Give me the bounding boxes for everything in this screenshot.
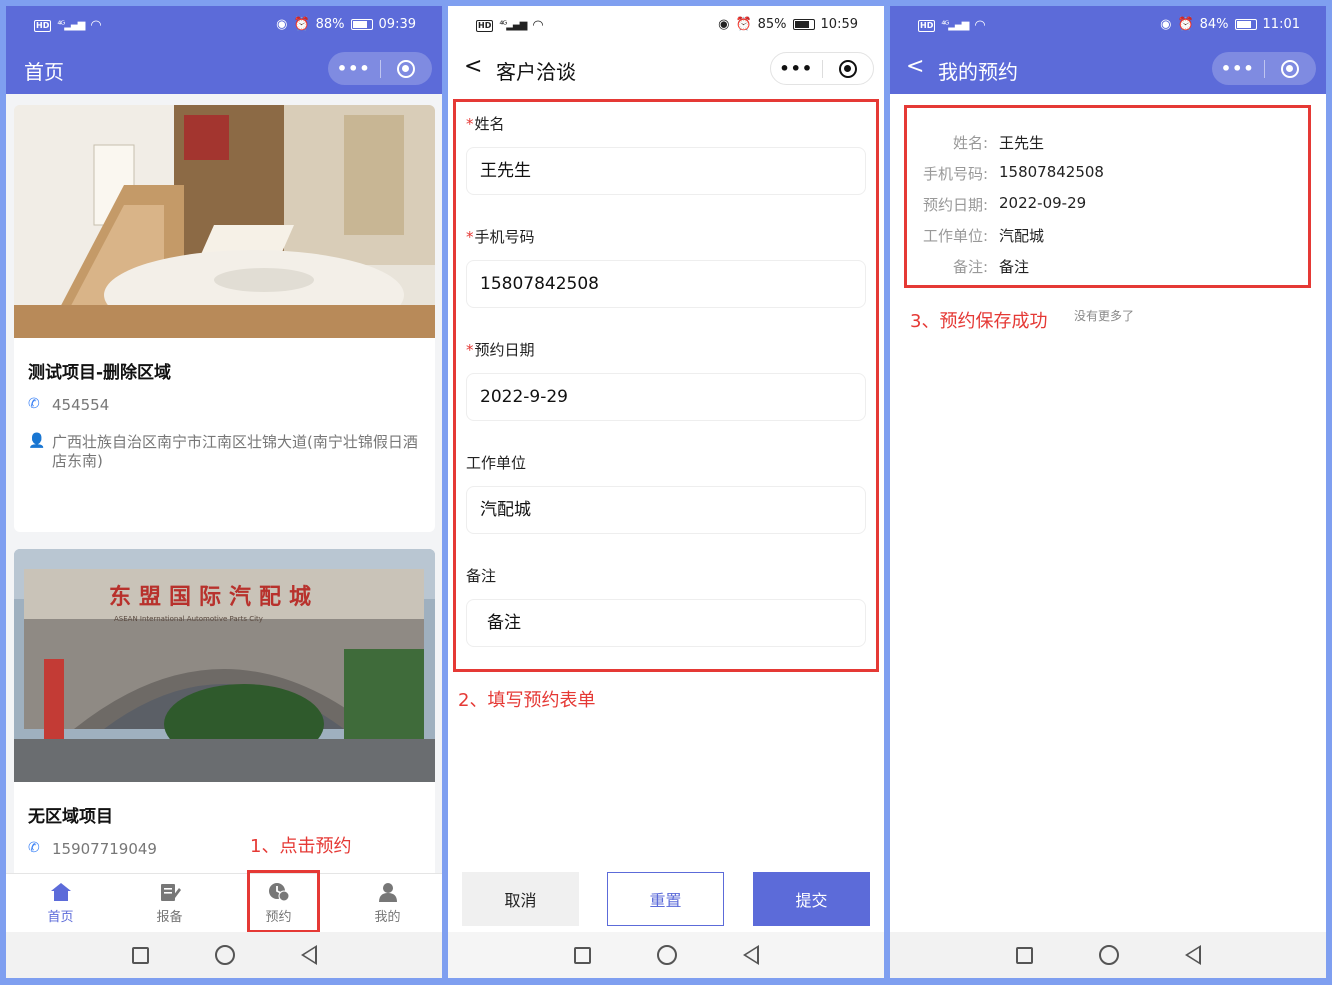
- nav-bar: < 客户洽谈 •••: [448, 44, 884, 94]
- hd-icon: HD: [34, 19, 52, 32]
- tab-mine-label: 我的: [374, 910, 401, 925]
- annotation-step-3: 3、预约保存成功: [910, 311, 1048, 332]
- nav-bar: 首页 •••: [6, 44, 442, 94]
- phone-screen-my-appointments: HD ⁴ᴳ▂▄▆ ◠ ◉ ⏰ 84% 11:01 < 我的预约 ••• 姓名: 王先生 手…: [890, 6, 1326, 978]
- user-icon: [377, 882, 399, 902]
- clock: 10:59: [820, 17, 858, 32]
- no-more-text: 没有更多了: [1074, 309, 1135, 323]
- more-options-icon[interactable]: •••: [328, 52, 380, 85]
- tab-bar: 首页 报备 预约 我的: [6, 873, 442, 933]
- close-miniprogram-icon[interactable]: [380, 59, 432, 78]
- battery-percent: 88%: [315, 17, 345, 32]
- tab-report[interactable]: 报备: [115, 874, 224, 933]
- miniprogram-capsule: •••: [1212, 52, 1316, 85]
- phone-icon: ✆: [28, 396, 40, 412]
- recent-apps-icon[interactable]: [573, 946, 591, 964]
- battery-icon: [792, 19, 815, 30]
- sign-subtext: ASEAN International Automotive Parts Cit…: [114, 615, 263, 623]
- project-phone: ✆ 454554: [28, 396, 109, 414]
- project-phone: ✆ 15907719049: [28, 840, 157, 858]
- project-image-interior: [14, 105, 435, 338]
- hd-icon: HD: [476, 19, 494, 32]
- alarm-icon: ⏰: [1177, 17, 1194, 32]
- phone-icon: ✆: [28, 840, 40, 856]
- project-address-text: 广西壮族自治区南宁市江南区壮锦大道(南宁壮锦假日酒店东南): [52, 433, 418, 470]
- battery-percent: 85%: [757, 17, 787, 32]
- form-actions: 取消 重置 提交: [448, 872, 884, 926]
- battery-icon: [1234, 19, 1257, 30]
- back-triangle-icon[interactable]: [300, 945, 317, 965]
- more-options-icon[interactable]: •••: [1212, 52, 1264, 85]
- clock: 09:39: [378, 17, 416, 32]
- wifi-icon: ◠: [974, 18, 986, 33]
- phone-screen-home: HD ⁴ᴳ▂▄▆ ◠ ◉ ⏰ 88% 09:39 首页 ••• 测试项目-删除区…: [6, 6, 442, 978]
- status-bar: HD ⁴ᴳ▂▄▆ ◠ ◉ ⏰ 85% 10:59: [448, 6, 884, 44]
- tab-report-label: 报备: [156, 910, 183, 925]
- alarm-icon: ⏰: [735, 17, 752, 32]
- recent-apps-icon[interactable]: [1015, 946, 1033, 964]
- miniprogram-capsule: •••: [328, 52, 432, 85]
- edit-icon: [159, 882, 181, 902]
- wifi-icon: ◠: [532, 18, 544, 33]
- home-icon: [50, 882, 72, 902]
- reset-button[interactable]: 重置: [607, 872, 724, 926]
- back-triangle-icon[interactable]: [742, 945, 759, 965]
- project-address: 👤 广西壮族自治区南宁市江南区壮锦大道(南宁壮锦假日酒店东南): [28, 433, 422, 471]
- home-circle-icon[interactable]: [1098, 945, 1119, 965]
- signal-icon: ⁴ᴳ▂▄▆: [941, 20, 969, 31]
- phone-screen-form: HD ⁴ᴳ▂▄▆ ◠ ◉ ⏰ 85% 10:59 < 客户洽谈 ••• *姓名 王先生 *…: [448, 6, 884, 978]
- back-chevron-icon[interactable]: <: [464, 54, 482, 79]
- home-circle-icon[interactable]: [214, 945, 235, 965]
- tab-home-label: 首页: [47, 910, 74, 925]
- annotation-highlight-record: [904, 105, 1311, 288]
- eye-icon: ◉: [718, 17, 730, 32]
- annotation-highlight-form: [453, 99, 879, 672]
- battery-icon: [350, 19, 373, 30]
- page-title: 客户洽谈: [496, 60, 576, 84]
- clock: 11:01: [1262, 17, 1300, 32]
- sign-text: 东盟国际汽配城: [109, 584, 319, 610]
- system-nav-bar: [6, 932, 442, 978]
- signal-icon: ⁴ᴳ▂▄▆: [499, 20, 527, 31]
- more-options-icon[interactable]: •••: [771, 52, 822, 85]
- annotation-highlight-appointment-tab: [247, 870, 320, 933]
- eye-icon: ◉: [276, 17, 288, 32]
- cancel-button[interactable]: 取消: [462, 872, 579, 926]
- project-title: 无区域项目: [28, 807, 113, 827]
- system-nav-bar: [448, 932, 884, 978]
- close-miniprogram-icon[interactable]: [822, 59, 873, 78]
- home-circle-icon[interactable]: [656, 945, 677, 965]
- location-person-icon: 👤: [28, 433, 46, 449]
- project-card[interactable]: 东盟国际汽配城 ASEAN International Automotive P…: [14, 549, 435, 879]
- project-phone-number: 454554: [52, 396, 110, 414]
- status-bar: HD ⁴ᴳ▂▄▆ ◠ ◉ ⏰ 88% 09:39: [6, 6, 442, 44]
- close-miniprogram-icon[interactable]: [1264, 59, 1316, 78]
- nav-bar: < 我的预约 •••: [890, 44, 1326, 94]
- page-title: 首页: [24, 60, 64, 84]
- project-image-gate: 东盟国际汽配城 ASEAN International Automotive P…: [14, 549, 435, 782]
- system-nav-bar: [890, 932, 1326, 978]
- project-card[interactable]: 测试项目-删除区域 ✆ 454554 👤 广西壮族自治区南宁市江南区壮锦大道(南宁壮…: [14, 105, 435, 532]
- wifi-icon: ◠: [90, 18, 102, 33]
- recent-apps-icon[interactable]: [131, 946, 149, 964]
- annotation-step-1: 1、点击预约: [250, 836, 352, 857]
- alarm-icon: ⏰: [293, 17, 310, 32]
- annotation-step-2: 2、填写预约表单: [458, 690, 596, 711]
- battery-percent: 84%: [1199, 17, 1229, 32]
- tab-home[interactable]: 首页: [6, 874, 115, 933]
- submit-button[interactable]: 提交: [753, 872, 870, 926]
- eye-icon: ◉: [1160, 17, 1172, 32]
- hd-icon: HD: [918, 19, 936, 32]
- miniprogram-capsule: •••: [770, 52, 874, 85]
- back-chevron-icon[interactable]: <: [906, 54, 924, 79]
- project-phone-number: 15907719049: [52, 840, 157, 858]
- project-title: 测试项目-删除区域: [28, 363, 172, 383]
- signal-icon: ⁴ᴳ▂▄▆: [57, 20, 85, 31]
- page-title: 我的预约: [938, 60, 1018, 84]
- tab-mine[interactable]: 我的: [333, 874, 442, 933]
- status-bar: HD ⁴ᴳ▂▄▆ ◠ ◉ ⏰ 84% 11:01: [890, 6, 1326, 44]
- back-triangle-icon[interactable]: [1184, 945, 1201, 965]
